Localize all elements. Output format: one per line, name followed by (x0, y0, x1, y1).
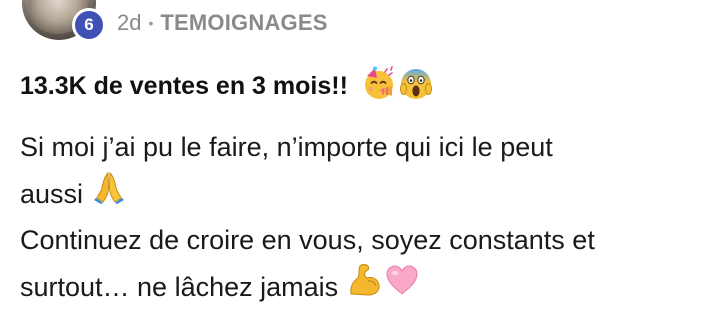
level-badge: 6 (72, 8, 106, 42)
post-category[interactable]: TEMOIGNAGES (160, 10, 327, 36)
post-title-text: 13.3K de ventes en 3 mois!! (20, 72, 348, 100)
body-line-3-text: Continuez de croire en vous, soyez const… (20, 225, 595, 255)
body-line-4: surtout… ne lâchez jamais (20, 263, 710, 312)
party-face-emoji (361, 66, 397, 107)
body-line-1-text: Si moi j’ai pu le faire, n’importe qui i… (20, 132, 553, 162)
post-card: 6 2d • TEMOIGNAGES 13.3K de ventes en 3 … (0, 0, 720, 317)
post-title[interactable]: 13.3K de ventes en 3 mois!! (20, 66, 434, 107)
post-header: 6 2d • TEMOIGNAGES (0, 0, 720, 48)
folded-hands-emoji (93, 170, 125, 219)
meta-separator: • (148, 15, 154, 31)
post-body: Si moi j’ai pu le faire, n’importe qui i… (20, 124, 710, 310)
post-time: 2d (117, 10, 142, 35)
body-line-2-text: aussi (20, 178, 84, 209)
body-line-1: Si moi j’ai pu le faire, n’importe qui i… (20, 124, 710, 171)
body-line-3: Continuez de croire en vous, soyez const… (20, 217, 710, 264)
post-meta: 2d • TEMOIGNAGES (117, 10, 328, 36)
body-line-4-text: surtout… ne lâchez jamais (20, 271, 339, 302)
screaming-face-emoji (398, 66, 434, 107)
flexed-biceps-emoji (348, 263, 382, 312)
pink-heart-emoji (385, 264, 419, 311)
body-line-2: aussi (20, 171, 710, 218)
